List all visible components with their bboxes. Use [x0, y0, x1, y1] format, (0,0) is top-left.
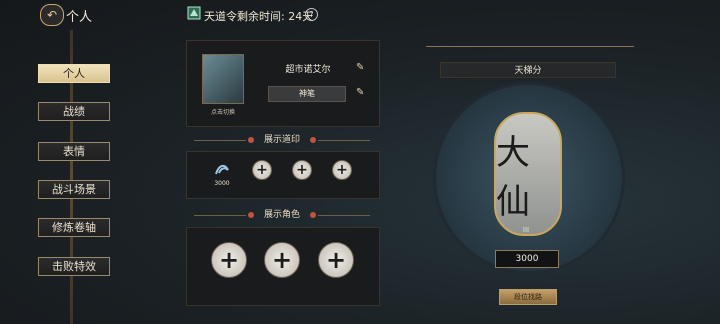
divider-right: [318, 140, 370, 141]
seal-value: 3000: [214, 180, 230, 187]
nav-item-defeat-effect[interactable]: 击败特效: [38, 257, 110, 276]
add-seal-button[interactable]: +: [332, 160, 352, 180]
nav-item-emote[interactable]: 表情: [38, 142, 110, 161]
gem-icon: [310, 212, 316, 218]
role-section-title: 展示角色: [263, 210, 300, 220]
divider-right: [318, 215, 370, 216]
rank-emblem-sub: III: [522, 226, 530, 234]
nav-item-battle-scene[interactable]: 战斗场景: [38, 180, 110, 199]
rank-button[interactable]: 段位找路: [499, 289, 557, 305]
avatar-caption: 点击切换: [210, 109, 235, 116]
add-role-button[interactable]: +: [264, 242, 300, 278]
add-seal-button[interactable]: +: [292, 160, 312, 180]
rank-emblem: 大仙: [494, 112, 562, 236]
rank-header: 天梯分: [440, 62, 616, 78]
nav-item-cultivation-scroll[interactable]: 修炼卷轴: [38, 218, 110, 237]
add-role-button[interactable]: +: [211, 242, 247, 278]
page-title: 个人: [66, 10, 93, 25]
seal-section-title: 展示道印: [263, 135, 300, 145]
back-button[interactable]: ↶: [40, 4, 64, 26]
help-icon[interactable]: ?: [305, 8, 318, 21]
add-seal-button[interactable]: +: [252, 160, 272, 180]
timer-icon: [187, 6, 201, 20]
seal-section-header: 展示道印: [186, 132, 378, 148]
nav-item-personal[interactable]: 个人: [38, 64, 110, 83]
divider-line: [426, 46, 634, 47]
rank-emblem-text: 大仙: [496, 133, 530, 222]
profile-screen: ↶ 个人 天道令剩余时间: 24天 ? 个人 战绩 表情 战斗场景 修炼卷轴 击…: [0, 0, 720, 324]
back-arrow-icon: ↶: [46, 8, 58, 22]
role-section-header: 展示角色: [186, 207, 378, 223]
avatar[interactable]: [202, 54, 244, 104]
gem-icon: [248, 212, 254, 218]
player-name: 超市诺艾尔: [285, 65, 331, 75]
nav-item-record[interactable]: 战绩: [38, 102, 110, 121]
pencil-icon[interactable]: ✎: [356, 87, 364, 98]
top-bar: ↶ 个人 天道令剩余时间: 24天 ?: [0, 0, 720, 30]
gem-icon: [310, 137, 316, 143]
timer-label: 天道令剩余时间:: [204, 10, 285, 23]
rank-title: 天梯分: [514, 66, 542, 76]
timer-text: 天道令剩余时间: 24天: [204, 8, 313, 24]
gem-icon: [248, 137, 254, 143]
pencil-icon[interactable]: ✎: [356, 62, 364, 73]
rank-score: 3000: [495, 250, 559, 268]
divider-left: [194, 215, 246, 216]
title-tag: 神笔: [268, 86, 346, 102]
seal-icon[interactable]: [213, 162, 231, 180]
divider-left: [194, 140, 246, 141]
add-role-button[interactable]: +: [318, 242, 354, 278]
